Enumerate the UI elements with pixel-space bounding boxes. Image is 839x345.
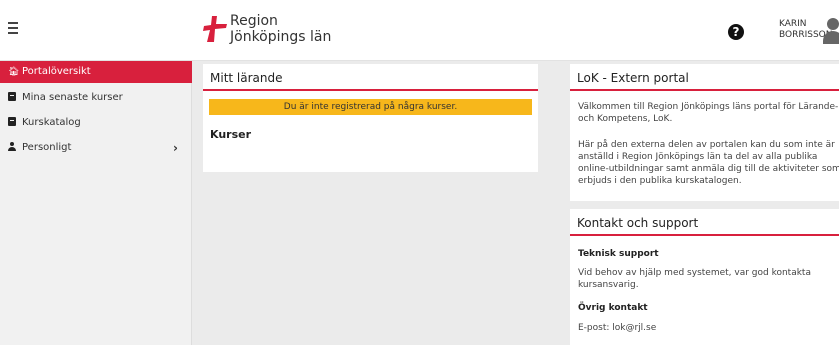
sidebar-item-label: Kurskatalog	[22, 117, 81, 128]
contact-email[interactable]: E-post: lok@rjl.se	[578, 322, 839, 334]
logo-text-region: Region	[230, 13, 278, 29]
chevron-right-icon: ›	[173, 141, 178, 155]
sidebar-item-label: Personligt	[22, 142, 72, 153]
sidebar-item-kurskatalog[interactable]: Kurskatalog	[0, 112, 192, 134]
question-circle-icon[interactable]: ?	[728, 24, 744, 40]
sidebar: 🏠︎ Portalöversikt Mina senaste kurser Kur…	[0, 61, 192, 345]
card-title: Mitt lärande	[203, 64, 538, 91]
sidebar-item-label: Portalöversikt	[22, 66, 91, 77]
welcome-text: Välkommen till Region Jönköpings läns po…	[578, 102, 839, 124]
cross-logo-icon	[203, 16, 227, 42]
top-bar: Region Jönköpings län ? KARIN BORRISSON	[0, 0, 839, 61]
card-title: LoK - Extern portal	[570, 64, 839, 91]
external-portal-card: LoK - Extern portal Välkommen till Regio…	[570, 64, 839, 201]
not-registered-alert: Du är inte registrerad på några kurser.	[209, 99, 532, 115]
tech-support-text: Vid behov av hjälp med systemet, var god…	[578, 268, 811, 290]
book-icon	[8, 92, 16, 101]
sidebar-item-portaloversikt[interactable]: 🏠︎ Portalöversikt	[0, 61, 192, 83]
other-contact-heading: Övrig kontakt	[578, 303, 648, 313]
courses-heading: Kurser	[210, 128, 252, 141]
sidebar-item-personligt[interactable]: Personligt ›	[0, 137, 192, 159]
contact-support-card: Kontakt och support Teknisk support Vid …	[570, 209, 839, 345]
user-avatar-icon[interactable]	[822, 18, 839, 44]
home-icon: 🏠︎	[8, 67, 20, 77]
logo-text-county: Jönköpings län	[230, 29, 332, 45]
book-icon	[8, 117, 16, 126]
hamburger-icon[interactable]	[8, 22, 18, 36]
tech-support-heading: Teknisk support	[578, 249, 659, 259]
portal-info-text: Här på den externa delen av portalen kan…	[578, 140, 839, 186]
sidebar-item-label: Mina senaste kurser	[22, 92, 123, 103]
sidebar-item-mina-senaste-kurser[interactable]: Mina senaste kurser	[0, 87, 192, 109]
my-learning-card: Mitt lärande Du är inte registrerad på n…	[203, 64, 538, 172]
card-title: Kontakt och support	[570, 209, 839, 236]
user-icon	[8, 142, 16, 151]
